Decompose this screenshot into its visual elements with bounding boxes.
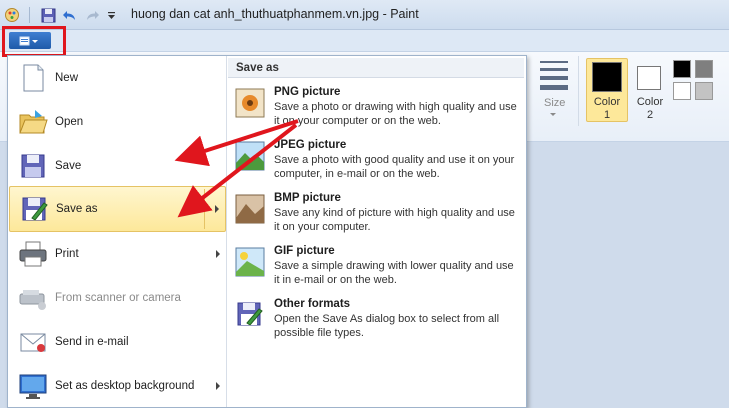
menu-item-label: Open xyxy=(55,116,84,128)
scanner-icon xyxy=(19,290,46,310)
menu-item-label: Print xyxy=(55,248,79,260)
color2-label: Color xyxy=(636,96,664,108)
jpeg-icon xyxy=(235,141,265,171)
option-description: Open the Save As dialog box to select fr… xyxy=(274,313,500,339)
submenu-arrow-icon[interactable] xyxy=(216,250,220,258)
option-title: BMP picture xyxy=(274,192,341,204)
menu-item-save[interactable]: Save xyxy=(9,144,226,188)
printer-icon xyxy=(19,241,47,267)
save-as-bmp[interactable]: BMP picture Save any kind of picture wit… xyxy=(227,192,526,244)
menu-item-label: Save xyxy=(55,160,82,172)
menu-item-open[interactable]: Open xyxy=(9,100,226,144)
paint-app-icon[interactable] xyxy=(3,5,21,25)
color1-button[interactable]: Color 1 xyxy=(586,58,628,122)
palette-swatch[interactable] xyxy=(695,60,713,78)
size-label: Size xyxy=(544,97,566,109)
desktop-icon xyxy=(19,374,47,399)
save-as-gif[interactable]: GIF picture Save a simple drawing with l… xyxy=(227,245,526,297)
new-document-icon xyxy=(23,64,44,92)
ribbon-divider xyxy=(578,56,579,126)
color2-swatch xyxy=(637,66,661,90)
menu-item-from-scanner: From scanner or camera xyxy=(9,276,226,320)
gif-icon xyxy=(235,247,265,277)
menu-item-send-email[interactable]: Send in e-mail xyxy=(9,320,226,364)
option-title: JPEG picture xyxy=(274,139,347,151)
color1-label: Color xyxy=(593,96,621,108)
option-description: Save a simple drawing with lower quality… xyxy=(274,260,514,286)
menu-item-label: From scanner or camera xyxy=(55,292,181,304)
menu-item-save-as[interactable]: Save as xyxy=(9,186,226,232)
save-as-icon xyxy=(22,197,48,221)
menu-item-set-desktop-bg[interactable]: Set as desktop background xyxy=(9,364,226,408)
option-description: Save a photo or drawing with high qualit… xyxy=(274,101,517,127)
redo-icon[interactable] xyxy=(82,5,102,25)
color2-number: 2 xyxy=(646,109,654,121)
undo-icon[interactable] xyxy=(60,5,80,25)
submenu-arrow-icon[interactable] xyxy=(215,205,219,213)
option-title: Other formats xyxy=(274,298,351,310)
size-lines-icon xyxy=(540,61,568,90)
save-as-other-formats[interactable]: Other formats Open the Save As dialog bo… xyxy=(227,298,526,350)
email-icon xyxy=(20,333,46,352)
option-title: PNG picture xyxy=(274,86,341,98)
submenu-split xyxy=(204,189,205,229)
size-dropdown-icon xyxy=(550,113,556,116)
png-icon xyxy=(235,88,265,118)
option-title: GIF picture xyxy=(274,245,335,257)
save-as-panel: Save as PNG picture Save a photo or draw… xyxy=(227,56,526,407)
color2-button[interactable]: Color 2 xyxy=(629,58,671,122)
highlight-box xyxy=(2,26,66,57)
bmp-icon xyxy=(235,194,265,224)
save-icon xyxy=(21,154,45,178)
submenu-arrow-icon[interactable] xyxy=(216,382,220,390)
menu-item-label: Send in e-mail xyxy=(55,336,129,348)
color1-number: 1 xyxy=(603,109,611,121)
menu-commands: New Open Save Save as Print From scanner… xyxy=(8,56,227,407)
qat-divider xyxy=(29,7,30,23)
palette-swatch[interactable] xyxy=(673,82,691,100)
color1-swatch xyxy=(592,62,622,92)
application-menu: New Open Save Save as Print From scanner… xyxy=(7,55,527,408)
menu-item-label: Save as xyxy=(56,203,98,215)
save-as-jpeg[interactable]: JPEG picture Save a photo with good qual… xyxy=(227,139,526,191)
palette-swatch[interactable] xyxy=(695,82,713,100)
menu-item-label: New xyxy=(55,72,79,84)
window-title: huong dan cat anh_thuthuatphanmem.vn.jpg… xyxy=(131,7,419,21)
option-description: Save a photo with good quality and use i… xyxy=(274,154,515,180)
other-formats-icon xyxy=(237,302,263,326)
ribbon-tabs xyxy=(0,30,729,52)
menu-item-new[interactable]: New xyxy=(9,56,226,100)
customize-qat-icon[interactable] xyxy=(104,5,118,25)
palette-swatch[interactable] xyxy=(673,60,691,78)
menu-item-label: Set as desktop background xyxy=(55,380,195,392)
menu-item-print[interactable]: Print xyxy=(9,232,226,276)
save-icon[interactable] xyxy=(39,5,57,25)
save-as-header: Save as xyxy=(228,58,524,78)
save-as-png[interactable]: PNG picture Save a photo or drawing with… xyxy=(227,86,526,138)
open-folder-icon xyxy=(19,110,48,134)
option-description: Save any kind of picture with high quali… xyxy=(274,207,515,233)
title-bar: huong dan cat anh_thuthuatphanmem.vn.jpg… xyxy=(0,0,729,30)
